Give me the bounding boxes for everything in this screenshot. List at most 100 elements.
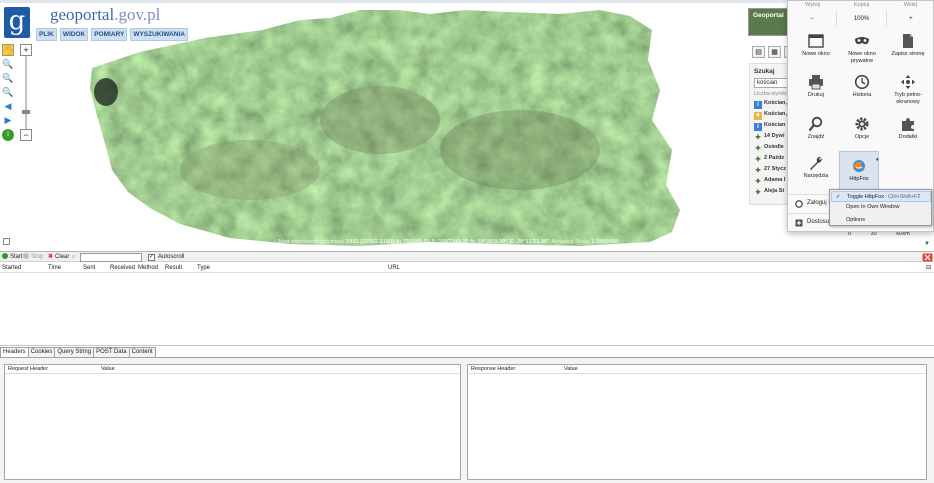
save-page-icon [903,34,913,48]
col-url[interactable]: URL [388,264,400,272]
close-panel-icon[interactable] [922,253,933,262]
search-result-item[interactable]: i Kościan [754,122,785,131]
crosshair-result-icon: ✚ [755,168,761,174]
forward-arrow-icon[interactable]: ▶ [2,115,14,127]
zoom-out-button[interactable]: − [20,129,32,141]
clear-x-icon: ✖ [48,254,54,260]
detail-tabs: Headers Cookies Query String POST Data C… [0,347,156,357]
panel-splitter[interactable] [0,345,934,346]
info-icon[interactable]: i [2,129,14,141]
panel-list-icon[interactable]: ▤ [752,46,765,58]
zoom-controls: − 100% + [788,11,934,27]
col-result[interactable]: Result [165,264,182,272]
menu-wyszukiwania[interactable]: WYSZUKIWANIA [130,28,188,41]
search-result-item[interactable]: ✦ Kościan, [754,111,787,120]
zoom-enlarge-button[interactable]: + [887,11,934,27]
back-arrow-icon[interactable]: ◀ [2,101,14,113]
tab-query-string[interactable]: Query String [54,347,95,357]
start-button[interactable]: Start [2,253,23,262]
tab-cookies[interactable]: Cookies [27,347,56,357]
search-result-item[interactable]: i Kościan, [754,100,787,109]
menu-widok[interactable]: WIDOK [59,28,89,41]
geoportal-logo[interactable]: g [4,7,30,38]
panel-print-icon[interactable]: ▦ [768,46,781,58]
httpfox-options-item[interactable]: Options [831,215,931,226]
menu-plik[interactable]: PLIK [36,28,57,41]
zoom-reduce-button[interactable]: − [788,11,836,27]
httpfox-icon [853,160,865,172]
history-button[interactable]: Historia [839,74,885,114]
col-received[interactable]: Received [110,264,135,272]
search-result-item[interactable]: ✚ 2 Paźdz [754,155,784,164]
new-window-icon [808,34,824,48]
map-menu-bar: PLIK WIDOK POMIARY WYSZUKIWANIA [36,28,188,41]
response-headers-table[interactable]: Response Header Value [467,364,927,480]
options-gear-icon [855,117,869,131]
search-result-item[interactable]: ✚ Adama I [754,177,785,186]
tab-post-data[interactable]: POST Data [93,347,130,357]
copy-button[interactable]: Kopiuj [837,1,886,11]
zoom-box-icon[interactable]: 🔍 [2,87,14,99]
edit-controls: Wytnij Kopiuj Wklej [788,1,934,11]
paste-button[interactable]: Wklej [886,1,934,11]
pan-hand-icon[interactable]: ✋ [2,44,14,56]
toggle-httpfox-item[interactable]: ✓ Toggle HttpFox Ctrl+Shift+F2 [831,191,931,202]
cut-button[interactable]: Wytnij [788,1,837,11]
autoscroll-checkbox[interactable]: ✓ [148,254,155,261]
options-button[interactable]: Opcje [839,116,885,156]
search-result-item[interactable]: ✚ Aleja St [754,188,784,197]
httpfox-button[interactable]: HttpFox ▾ [839,151,879,191]
private-mask-icon [855,37,869,45]
filter-input[interactable] [80,253,142,262]
private-window-button[interactable]: Nowe okno prywatne [839,33,885,73]
coord-epsg: 1992 [EPSG 2180] [346,239,395,245]
new-window-button[interactable]: Nowe okno [793,33,839,73]
dropdown-arrow-icon: ▾ [876,157,879,163]
search-result-item[interactable]: ✚ Osiedle [754,144,783,153]
zoom-out-magnifier-icon[interactable]: 🔍 [2,73,14,85]
search-result-item[interactable]: ✚ 14 Dywi [754,133,784,142]
zoom-slider-knob[interactable] [22,110,30,114]
coord-e: E: 20°11'53.96" [509,239,550,245]
site-title-domain: .gov.pl [114,5,161,24]
stop-button[interactable]: Stop [23,253,43,262]
headers-detail: Request Header Value Response Header Val… [0,357,934,483]
zoom-level[interactable]: 100% [836,11,887,27]
request-value-col[interactable]: Value [101,366,115,373]
search-result-item[interactable]: ✚ 27 Stycz [754,166,786,175]
autoscroll-label: Autoscroll [158,254,185,260]
request-header-col[interactable]: Request Header [8,366,48,373]
column-picker-icon[interactable]: ⊟ [926,264,931,272]
menu-pomiary[interactable]: POMIARY [91,28,128,41]
col-type[interactable]: Type [197,264,210,272]
coord-system: Układ współrzędnych mapy [275,239,345,245]
find-button[interactable]: Znajdź [793,116,839,156]
response-value-col[interactable]: Value [564,366,578,373]
col-started[interactable]: Started [2,264,21,272]
save-page-button[interactable]: Zapisz stronę [885,33,931,73]
zoom-slider-track[interactable] [25,56,27,134]
print-button[interactable]: Drukuj [793,74,839,114]
col-time[interactable]: Time [48,264,61,272]
col-sent[interactable]: Sent [83,264,95,272]
print-icon [809,75,823,90]
requests-list[interactable] [0,273,934,345]
response-headers-columns: Response Header Value [468,365,926,374]
tab-content[interactable]: Content [128,347,156,357]
response-header-col[interactable]: Response Header [471,366,515,373]
addons-button[interactable]: Dodatki [885,116,931,156]
zoom-magnifier-icon[interactable]: 🔍 [2,59,14,71]
overview-thumbnail[interactable]: Geoportal [748,8,788,36]
scroll-down-icon[interactable]: ▼ [924,241,930,247]
clear-button[interactable]: ✖ Clear [48,253,69,262]
fullscreen-button[interactable]: Tryb pełno-ekranowy [885,74,931,114]
tab-headers[interactable]: Headers [0,347,29,357]
expand-corner-icon[interactable] [3,238,10,245]
col-method[interactable]: Method [138,264,158,272]
coord-y: Y: 1097349.25 [431,239,469,245]
open-own-window-item[interactable]: Open In Own Window [831,202,931,213]
zoom-in-button[interactable]: + [20,44,32,56]
request-headers-table[interactable]: Request Header Value [4,364,461,480]
coord-x: X: 756049.50 [395,239,430,245]
history-clock-icon [854,74,870,90]
